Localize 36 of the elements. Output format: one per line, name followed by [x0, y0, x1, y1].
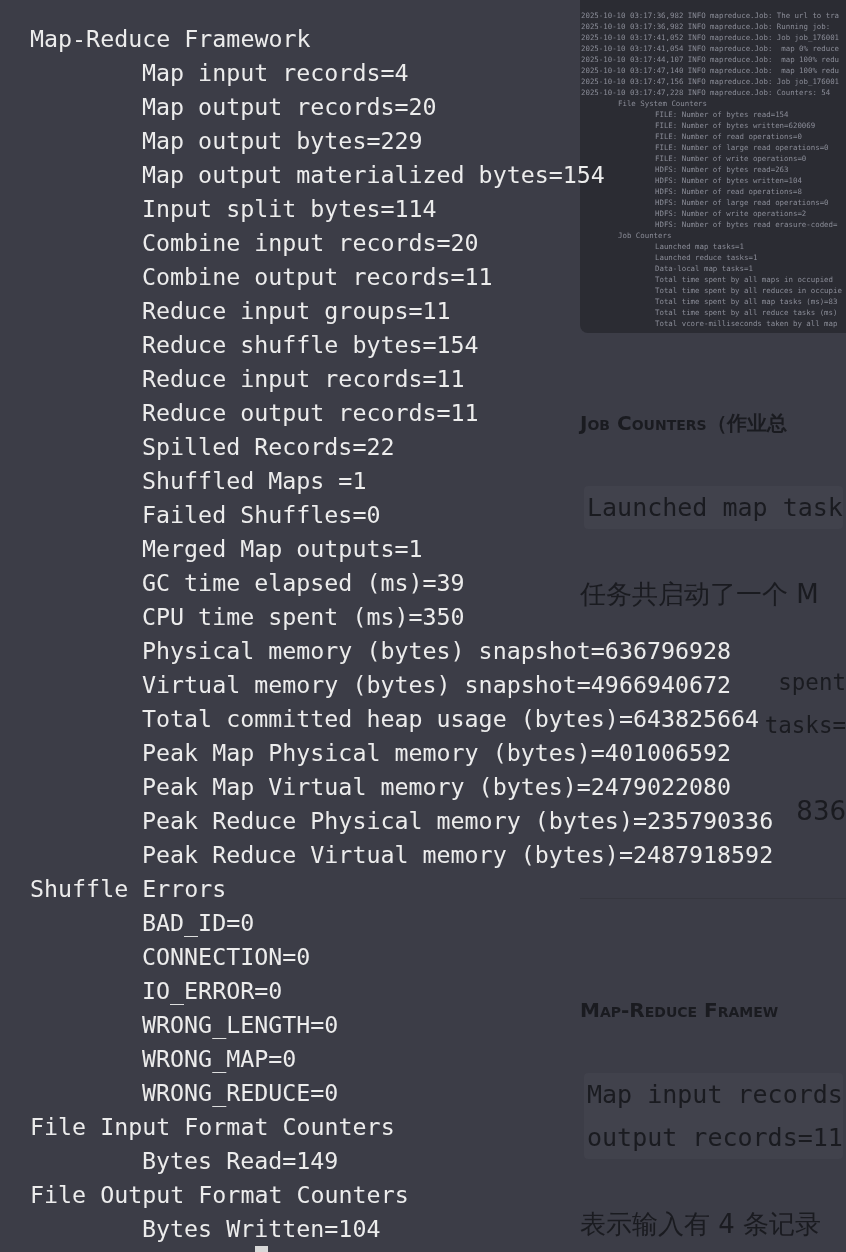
- counter-line: Map output materialized bytes=154: [142, 160, 605, 190]
- section-title: Shuffle Errors: [30, 874, 227, 904]
- counter-line: IO_ERROR=0: [142, 976, 283, 1007]
- section-title: Map-Reduce Framework: [30, 24, 311, 54]
- section-title: File Output Format Counters: [30, 1180, 409, 1210]
- counter-line: Merged Map outputs=1: [142, 534, 423, 564]
- section-title: File Input Format Counters: [30, 1112, 395, 1142]
- counter-line: Shuffled Maps =1: [142, 466, 367, 496]
- counter-line: GC time elapsed (ms)=39: [142, 568, 465, 598]
- counter-line: Input split bytes=114: [142, 194, 437, 224]
- counter-line: Bytes Read=149: [142, 1146, 339, 1176]
- counter-line: Map input records=4: [142, 58, 409, 88]
- counter-line: Reduce input groups=11: [142, 296, 451, 326]
- counter-line: Peak Reduce Physical memory (bytes)=235790336: [142, 806, 774, 836]
- counter-line: Failed Shuffles=0: [142, 500, 381, 530]
- counter-line: WRONG_REDUCE=0: [142, 1078, 339, 1109]
- counter-line: BAD_ID=0: [142, 908, 255, 939]
- counter-line: Combine output records=11: [142, 262, 493, 292]
- counter-line: Reduce output records=11: [142, 398, 479, 428]
- counter-line: Peak Map Virtual memory (bytes)=2479022080: [142, 772, 732, 802]
- counter-line: Peak Map Physical memory (bytes)=401006592: [142, 738, 732, 768]
- counter-line: Map output records=20: [142, 92, 437, 122]
- counter-line: CPU time spent (ms)=350: [142, 602, 465, 632]
- counter-line: Peak Reduce Virtual memory (bytes)=2487918592: [142, 840, 774, 870]
- counter-line: Virtual memory (bytes) snapshot=4966940672: [142, 670, 732, 700]
- counter-line: WRONG_MAP=0: [142, 1044, 297, 1075]
- counter-line: CONNECTION=0: [142, 942, 311, 972]
- counter-line: Reduce input records=11: [142, 364, 465, 394]
- counter-line: Spilled Records=22: [142, 432, 395, 462]
- counter-line: WRONG_LENGTH=0: [142, 1010, 339, 1041]
- counter-line: Combine input records=20: [142, 228, 479, 258]
- counter-line: Bytes Written=104: [142, 1214, 381, 1244]
- counter-line: Reduce shuffle bytes=154: [142, 330, 479, 360]
- counter-line: Map output bytes=229: [142, 126, 423, 156]
- counter-line: Physical memory (bytes) snapshot=636796928: [142, 636, 732, 666]
- counter-line: Total committed heap usage (bytes)=643825664: [142, 704, 760, 734]
